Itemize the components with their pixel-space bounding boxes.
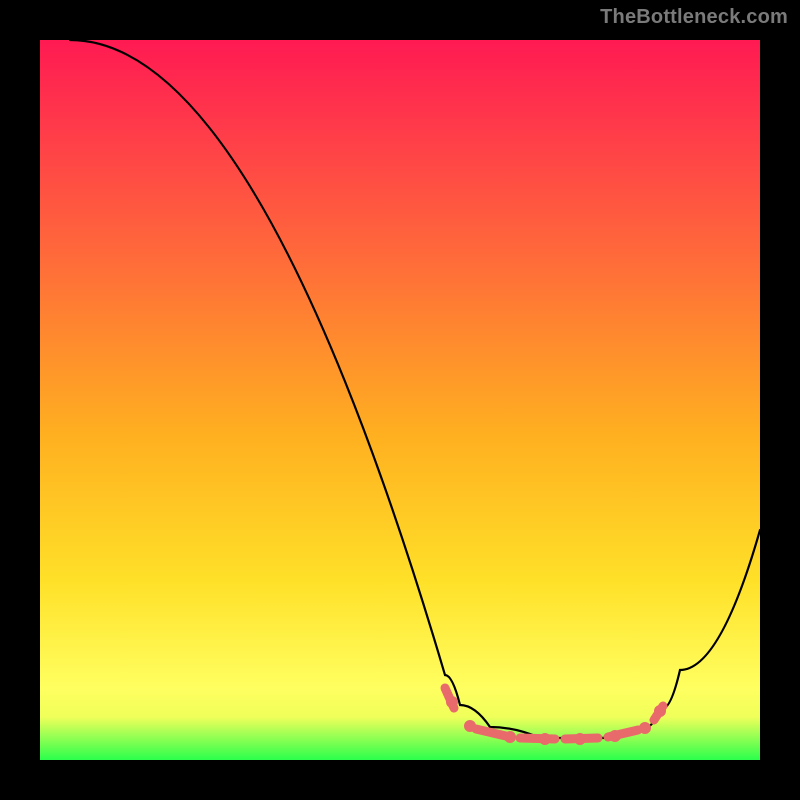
salmon-dot xyxy=(540,734,551,745)
salmon-dot xyxy=(575,734,586,745)
salmon-dot xyxy=(505,732,516,743)
salmon-dot xyxy=(465,721,476,732)
salmon-dot xyxy=(447,697,458,708)
bottleneck-curve xyxy=(70,40,760,738)
salmon-dot xyxy=(655,706,666,717)
curve-layer xyxy=(40,40,760,760)
plot-area xyxy=(40,40,760,760)
salmon-dot xyxy=(610,731,621,742)
watermark-label: TheBottleneck.com xyxy=(600,6,788,29)
salmon-markers-group xyxy=(445,688,666,745)
salmon-dot xyxy=(640,723,651,734)
chart-frame: TheBottleneck.com xyxy=(0,0,800,800)
